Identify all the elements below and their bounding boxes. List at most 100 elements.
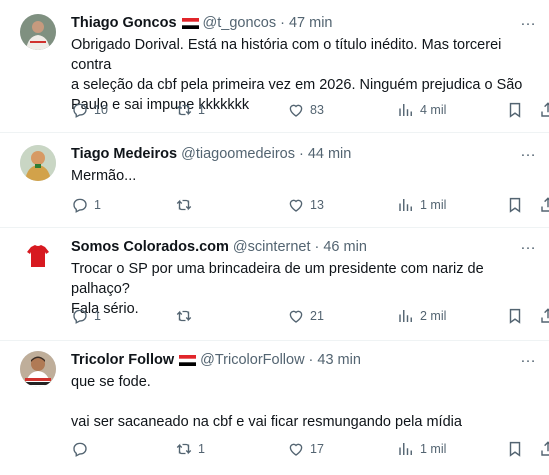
bookmark-button[interactable] [506,101,524,119]
reply-icon [71,440,89,458]
action-bar: 1 21 2 mil [71,307,549,327]
like-button[interactable]: 83 [287,101,324,119]
more-icon[interactable]: … [520,237,537,253]
tweet-text: Mermão... [71,168,137,184]
retweet-icon [175,196,193,214]
reply-icon [71,101,89,119]
timestamp[interactable]: 43 min [317,351,361,369]
views-icon [397,307,415,325]
avatar[interactable] [20,351,56,387]
timeline-feed: Thiago Goncos @t_goncos · 47 min … Obrig… [0,0,549,475]
flag-icon [179,354,197,366]
views-count: 1 mil [420,442,447,456]
share-icon [539,101,549,119]
views-count: 4 mil [420,103,447,117]
bookmark-icon [506,101,524,119]
views-button[interactable]: 2 mil [397,307,446,325]
retweet-count: 1 [198,442,205,456]
timestamp[interactable]: 46 min [323,238,367,256]
views-icon [397,440,415,458]
like-button[interactable]: 17 [287,440,324,458]
share-button[interactable] [539,307,549,325]
reply-count: 1 [94,198,101,212]
share-button[interactable] [539,101,549,119]
action-bar: 1 13 1 mil [71,196,549,216]
avatar[interactable] [20,145,56,181]
author-handle[interactable]: @t_goncos [203,14,277,32]
tweet-body: Tiago Medeiros @tiagoomedeiros · 44 min … [71,144,537,186]
heart-icon [287,440,305,458]
like-count: 83 [310,103,324,117]
separator: · [280,15,285,31]
retweet-button[interactable]: 1 [175,440,205,458]
reply-count: 10 [94,103,108,117]
separator: · [314,239,320,255]
author-handle[interactable]: @TricolorFollow [200,351,304,369]
separator: · [308,352,314,368]
views-count: 1 mil [420,198,447,212]
bookmark-icon [506,196,524,214]
tweet-header: Tricolor Follow @TricolorFollow · 43 min… [71,350,537,369]
reply-count: 1 [94,309,101,323]
like-count: 13 [310,198,324,212]
author-name[interactable]: Tricolor Follow [71,351,174,369]
separator: · [298,146,304,162]
share-button[interactable] [539,196,549,214]
like-button[interactable]: 13 [287,196,324,214]
timestamp[interactable]: 47 min [289,14,333,32]
more-icon[interactable]: … [520,13,537,29]
more-icon[interactable]: … [520,350,537,366]
views-icon [397,101,415,119]
reply-button[interactable]: 1 [71,307,101,325]
tweet-header: Somos Colorados.com @scinternet · 46 min… [71,237,537,256]
author-handle[interactable]: @scinternet [233,238,311,256]
like-count: 17 [310,442,324,456]
retweet-button[interactable] [175,196,198,214]
tweet[interactable]: Tricolor Follow @TricolorFollow · 43 min… [0,341,549,475]
tweet-text: que se fode. vai ser sacaneado na cbf e … [71,374,462,430]
more-icon[interactable]: … [520,144,537,160]
avatar[interactable] [20,238,56,274]
timestamp[interactable]: 44 min [308,145,352,163]
views-button[interactable]: 1 mil [397,196,446,214]
share-icon [539,196,549,214]
tweet-body: Tricolor Follow @TricolorFollow · 43 min… [71,350,537,432]
action-bar: 1 17 1 mil [71,440,549,460]
tweet[interactable]: Somos Colorados.com @scinternet · 46 min… [0,228,549,341]
retweet-button[interactable] [175,307,198,325]
reply-button[interactable]: 10 [71,101,108,119]
heart-icon [287,101,305,119]
retweet-icon [175,440,193,458]
views-button[interactable]: 4 mil [397,101,446,119]
views-button[interactable]: 1 mil [397,440,446,458]
reply-icon [71,307,89,325]
tweet-header: Thiago Goncos @t_goncos · 47 min … [71,13,537,32]
avatar[interactable] [20,14,56,50]
like-button[interactable]: 21 [287,307,324,325]
retweet-icon [175,307,193,325]
bookmark-button[interactable] [506,196,524,214]
reply-button[interactable]: 1 [71,196,101,214]
author-handle[interactable]: @tiagoomedeiros [181,145,295,163]
reply-icon [71,196,89,214]
bookmark-button[interactable] [506,307,524,325]
tweet[interactable]: Tiago Medeiros @tiagoomedeiros · 44 min … [0,133,549,228]
share-button[interactable] [539,440,549,458]
tweet[interactable]: Thiago Goncos @t_goncos · 47 min … Obrig… [0,0,549,133]
share-icon [539,440,549,458]
bookmark-icon [506,440,524,458]
tweet-header: Tiago Medeiros @tiagoomedeiros · 44 min … [71,144,537,163]
views-count: 2 mil [420,309,447,323]
action-bar: 10 1 83 4 mil [71,101,549,121]
tweet-body: Thiago Goncos @t_goncos · 47 min … Obrig… [71,13,537,115]
retweet-button[interactable]: 1 [175,101,205,119]
author-name[interactable]: Somos Colorados.com [71,238,229,256]
bookmark-button[interactable] [506,440,524,458]
reply-button[interactable] [71,440,94,458]
author-name[interactable]: Thiago Goncos [71,14,177,32]
heart-icon [287,196,305,214]
author-name[interactable]: Tiago Medeiros [71,145,177,163]
flag-icon [181,17,199,29]
heart-icon [287,307,305,325]
retweet-count: 1 [198,103,205,117]
